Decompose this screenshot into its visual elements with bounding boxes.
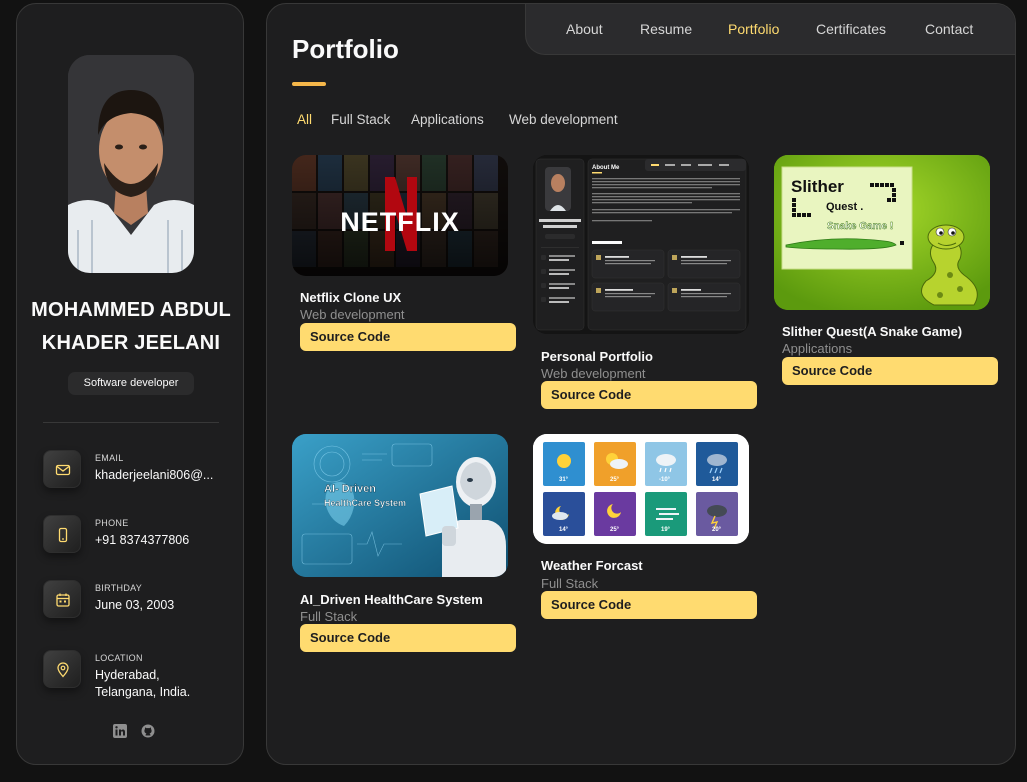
profile-name: MOHAMMED ABDUL KHADER JEELANI <box>17 294 245 360</box>
contact-location-value: Hyderabad, Telangana, India. <box>95 668 191 699</box>
github-icon[interactable] <box>141 724 155 738</box>
sidebar-separator <box>43 422 219 423</box>
slither-title-text: Slither <box>791 177 844 196</box>
portfolio-preview-heading: About Me <box>592 165 620 171</box>
weather-temp-4: 14° <box>712 477 722 483</box>
weather-temp-7: 19° <box>661 527 671 533</box>
weather-temp-3: -10° <box>659 477 671 483</box>
nav-resume[interactable]: Resume <box>640 21 692 37</box>
source-code-button[interactable]: Source Code <box>541 381 757 409</box>
avatar <box>68 55 194 273</box>
project-title: Netflix Clone UX <box>300 290 402 305</box>
profile-title-badge: Software developer <box>68 372 194 395</box>
linkedin-icon[interactable] <box>113 724 127 738</box>
project-category: Applications <box>782 341 853 356</box>
contact-location-label: LOCATION <box>95 653 143 663</box>
source-code-button[interactable]: Source Code <box>782 357 998 385</box>
nav-certificates[interactable]: Certificates <box>816 21 886 37</box>
nav-about[interactable]: About <box>566 21 603 37</box>
contact-email-label: EMAIL <box>95 453 124 463</box>
filter-web-development[interactable]: Web development <box>509 112 618 127</box>
contact-birthday-label: BIRTHDAY <box>95 583 143 593</box>
nav-contact[interactable]: Contact <box>925 21 973 37</box>
filter-full-stack[interactable]: Full Stack <box>331 112 390 127</box>
project-image-netflix[interactable]: NETFLIX <box>292 155 508 276</box>
ai-subtitle-text: HealthCare System <box>324 498 406 508</box>
netflix-logo-text: NETFLIX <box>340 207 460 237</box>
navbar: About Resume Portfolio Certificates Cont… <box>525 4 1015 55</box>
page-title-underline <box>292 82 326 86</box>
project-title: Slither Quest(A Snake Game) <box>782 324 963 339</box>
mail-icon <box>43 450 81 488</box>
source-code-button[interactable]: Source Code <box>300 323 516 351</box>
project-title: Weather Forcast <box>541 558 643 573</box>
location-pin-icon <box>43 650 81 688</box>
project-category: Web development <box>300 307 405 322</box>
contact-phone-label: PHONE <box>95 518 129 528</box>
sidebar: MOHAMMED ABDUL KHADER JEELANI Software d… <box>16 3 244 765</box>
nav-portfolio[interactable]: Portfolio <box>728 21 779 37</box>
project-image-ai-healthcare[interactable]: AI- Driven HealthCare System <box>292 434 508 577</box>
source-code-button[interactable]: Source Code <box>541 591 757 619</box>
profile-name-line2: KHADER JEELANI <box>41 332 221 354</box>
filter-applications[interactable]: Applications <box>411 112 484 127</box>
weather-temp-1: 31° <box>559 477 569 483</box>
contact-email-value[interactable]: khaderjeelani806@... <box>95 467 230 484</box>
main-panel: About Resume Portfolio Certificates Cont… <box>266 3 1016 765</box>
project-category: Full Stack <box>541 576 599 591</box>
source-code-button[interactable]: Source Code <box>300 624 516 652</box>
project-image-weather-forcast[interactable]: 31° 25° -10° 14° 14° 25° 19° 20° <box>533 434 749 544</box>
project-image-personal-portfolio[interactable]: About Me <box>533 155 749 334</box>
project-category: Full Stack <box>300 609 358 624</box>
calendar-icon <box>43 580 81 618</box>
project-title: Personal Portfolio <box>541 349 653 364</box>
weather-temp-5: 14° <box>559 527 569 533</box>
contact-birthday-value: June 03, 2003 <box>95 598 175 612</box>
project-category: Web development <box>541 366 646 381</box>
ai-title-text: AI- Driven <box>324 483 376 495</box>
contact-phone-value[interactable]: +91 8374377806 <box>95 532 230 549</box>
slither-quest-text: Quest . <box>826 201 863 213</box>
project-image-slither-quest[interactable]: Slither Quest . Snake Game ! <box>774 155 990 310</box>
profile-name-line1: MOHAMMED ABDUL <box>31 299 231 321</box>
page-title: Portfolio <box>292 34 399 64</box>
weather-temp-8: 20° <box>712 527 722 533</box>
phone-icon <box>43 515 81 553</box>
slither-subtitle-text: Snake Game ! <box>827 221 893 232</box>
weather-temp-6: 25° <box>610 527 620 533</box>
weather-temp-2: 25° <box>610 477 620 483</box>
project-title: AI_Driven HealthCare System <box>300 592 483 607</box>
filter-all[interactable]: All <box>297 112 312 127</box>
